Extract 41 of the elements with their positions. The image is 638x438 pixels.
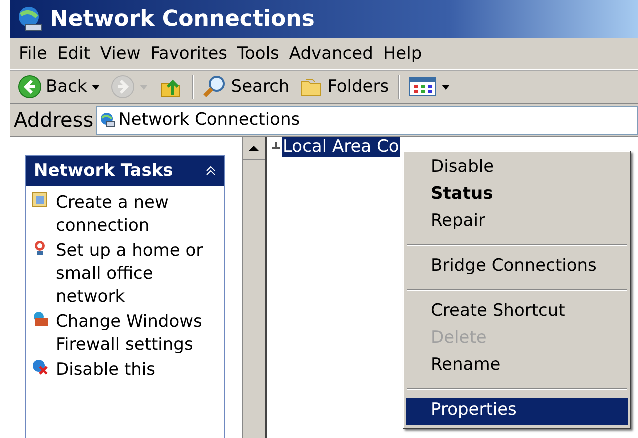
network-cable-icon xyxy=(271,142,281,152)
menu-item[interactable]: Repair xyxy=(406,209,628,236)
new-connection-icon xyxy=(32,192,48,208)
menu-item[interactable]: Status xyxy=(406,182,628,209)
firewall-icon xyxy=(32,311,48,327)
task-link[interactable]: Change Windows Firewall settings xyxy=(56,311,206,357)
network-globe-icon xyxy=(16,5,44,33)
task-link[interactable]: Disable this xyxy=(56,359,206,382)
chevron-icon[interactable] xyxy=(206,166,216,176)
menu-item[interactable]: View xyxy=(95,44,146,64)
menu-item[interactable]: Create Shortcut xyxy=(406,299,628,326)
address-field[interactable]: Network Connections xyxy=(96,106,638,134)
connection-item[interactable]: Local Area Co xyxy=(282,137,400,157)
menu-item[interactable]: Bridge Connections xyxy=(406,254,628,281)
back-button[interactable]: Back xyxy=(14,74,106,100)
caret-icon xyxy=(441,83,452,91)
scrollbar[interactable] xyxy=(242,137,267,438)
panel-title: Network Tasks xyxy=(34,161,174,181)
menu-item[interactable]: Disable xyxy=(406,155,628,182)
menu-item[interactable]: Favorites xyxy=(146,44,233,64)
search-button[interactable]: Search xyxy=(199,74,294,100)
scroll-up-arrow-icon xyxy=(248,144,260,152)
caret-icon xyxy=(91,83,102,91)
view-grid-icon xyxy=(409,75,438,99)
network-globe-icon xyxy=(100,112,116,128)
menu-item[interactable]: Advanced xyxy=(284,44,378,64)
folders-button[interactable]: Folders xyxy=(296,74,394,100)
address-label: Address xyxy=(14,108,94,132)
task-link[interactable]: Set up a home or small office network xyxy=(56,240,206,309)
search-icon xyxy=(203,75,228,99)
menu-item[interactable]: Properties xyxy=(406,398,628,425)
disable-connection-icon xyxy=(32,359,48,375)
home-network-icon xyxy=(32,240,48,256)
menu-item[interactable]: Edit xyxy=(52,44,96,64)
task-link[interactable]: Create a new connection xyxy=(56,192,206,238)
menu-item[interactable]: Tools xyxy=(232,44,284,64)
menu-item[interactable]: File xyxy=(14,44,52,64)
menu-item[interactable]: Help xyxy=(378,44,428,64)
window-title: Network Connections xyxy=(50,6,315,32)
caret-icon xyxy=(139,83,150,91)
menu-item[interactable]: Rename xyxy=(406,353,628,380)
